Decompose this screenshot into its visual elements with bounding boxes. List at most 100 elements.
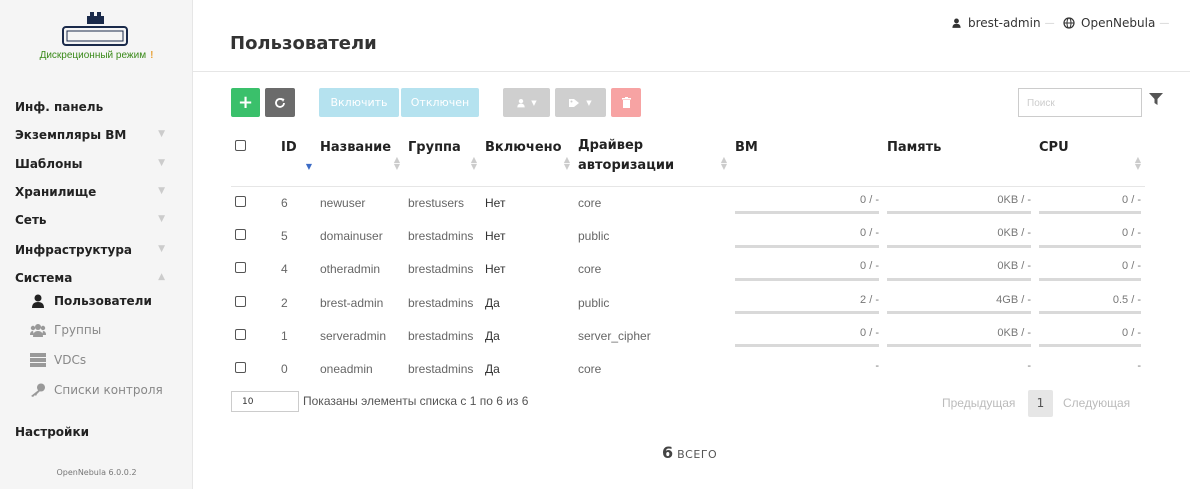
quota-value: - xyxy=(1137,360,1141,373)
nav-label: Группы xyxy=(54,323,102,337)
quota-value: 0.5 / - xyxy=(1112,293,1141,306)
nav-network[interactable]: Сеть ▼ xyxy=(15,213,165,227)
disable-button[interactable]: Отключен xyxy=(401,88,479,117)
column-memory[interactable]: Память xyxy=(883,132,1035,186)
row-checkbox[interactable] xyxy=(231,219,277,252)
globe-icon xyxy=(1063,17,1075,29)
cell-name: domainuser xyxy=(316,219,404,252)
cell-text: public xyxy=(578,228,610,243)
delete-button[interactable] xyxy=(611,88,641,117)
enable-button[interactable]: Включить xyxy=(319,88,399,117)
table-row[interactable]: 6 newuser brestusers Нет core 0 / - 0KB / - 0 /… xyxy=(231,186,1145,219)
cell-group: brestadmins xyxy=(404,319,481,352)
column-label: Название xyxy=(320,140,392,155)
sort-desc-icon: ▼ xyxy=(305,161,312,171)
quota-value: 4GB / - xyxy=(996,293,1031,306)
select-all-checkbox[interactable] xyxy=(231,132,277,186)
quota-bar xyxy=(1039,244,1141,248)
nav-label: Инф. панель xyxy=(15,100,104,114)
nav-infrastructure[interactable]: Инфраструктура ▼ xyxy=(15,243,165,257)
row-checkbox[interactable] xyxy=(231,253,277,286)
cell-text: brest-admin xyxy=(320,295,384,310)
nav-groups[interactable]: Группы xyxy=(30,323,101,337)
column-name[interactable]: Название ▲ ▼ xyxy=(316,132,404,186)
checkbox[interactable] xyxy=(235,140,246,151)
info-mark: ! xyxy=(150,50,154,61)
next-page-button[interactable]: Следующая xyxy=(1063,396,1130,410)
quota-bar xyxy=(1039,311,1141,315)
nav-dashboard[interactable]: Инф. панель xyxy=(15,100,165,114)
nav-label: Пользователи xyxy=(54,294,152,308)
quota-value: 0 / - xyxy=(1122,226,1141,239)
tags-icon xyxy=(569,98,580,107)
table-row[interactable]: 4 otheradmin brestadmins Нет core 0 / - 0KB / … xyxy=(231,253,1145,286)
user-actions-button[interactable]: ▼ xyxy=(503,88,550,117)
total-label: ВСЕГО xyxy=(677,448,718,461)
column-cpu[interactable]: CPU ▲ ▼ xyxy=(1035,132,1145,186)
users-table: ID ▼ Название ▲ ▼ Группа ▲ ▼ Включено ▲ ▼ Драйв… xyxy=(231,132,1145,386)
page-length-select[interactable]: 10 xyxy=(231,391,299,412)
table-row[interactable]: 0 oneadmin brestadmins Да core - - - xyxy=(231,352,1145,385)
nav-vms[interactable]: Экземпляры ВМ ▼ xyxy=(15,128,165,142)
caret-up-icon: ▲ xyxy=(158,272,165,282)
labels-button[interactable]: ▼ xyxy=(555,88,606,117)
user-menu[interactable]: brest-admin — xyxy=(951,16,1055,30)
quota-value: 2 / - xyxy=(860,293,879,306)
nav-settings[interactable]: Настройки xyxy=(15,425,165,439)
cell-text: 0 xyxy=(281,362,288,377)
nav-vdcs[interactable]: VDCs xyxy=(30,353,86,367)
table-row[interactable]: 2 brest-admin brestadmins Да public 2 / - 4GB … xyxy=(231,286,1145,319)
cell-id: 6 xyxy=(277,186,316,219)
row-checkbox[interactable] xyxy=(231,352,277,385)
checkbox[interactable] xyxy=(235,195,246,207)
nav-storage[interactable]: Хранилище ▼ xyxy=(15,185,165,199)
quota-bar xyxy=(887,311,1031,315)
nav-acl[interactable]: Списки контроля xyxy=(30,383,163,397)
mode-text: Дискреционный режим xyxy=(39,50,147,61)
column-auth-driver[interactable]: Драйвер авторизации ▲ ▼ xyxy=(574,132,731,186)
zone-menu[interactable]: OpenNebula — xyxy=(1063,16,1169,30)
cell-name: serveradmin xyxy=(316,319,404,352)
checkbox[interactable] xyxy=(235,228,246,240)
row-checkbox[interactable] xyxy=(231,186,277,219)
nav-label: Списки контроля xyxy=(54,383,163,397)
quota-bar xyxy=(735,244,879,248)
quota-bar xyxy=(887,344,1031,348)
cell-text: newuser xyxy=(320,195,366,210)
column-enabled[interactable]: Включено ▲ ▼ xyxy=(481,132,574,186)
nav-templates[interactable]: Шаблоны ▼ xyxy=(15,157,165,171)
column-group[interactable]: Группа ▲ ▼ xyxy=(404,132,481,186)
table-row[interactable]: 1 serveradmin brestadmins Да server_cipher 0 … xyxy=(231,319,1145,352)
cell-text: Да xyxy=(485,328,500,343)
caret-down-icon: ▼ xyxy=(158,158,165,168)
column-id[interactable]: ID ▼ xyxy=(277,132,316,186)
add-user-button[interactable]: + xyxy=(231,88,260,117)
cell-text: server_cipher xyxy=(578,328,651,343)
sort-icon: ▲ ▼ xyxy=(720,154,727,171)
column-vm[interactable]: ВМ xyxy=(731,132,883,186)
cell-vm: - xyxy=(731,352,883,385)
table-row[interactable]: 5 domainuser brestadmins Нет public 0 / - 0KB … xyxy=(231,219,1145,252)
checkbox[interactable] xyxy=(235,295,246,307)
nav-system[interactable]: Система ▲ xyxy=(15,271,165,285)
caret-down-icon: ▼ xyxy=(158,244,165,254)
quota-value: 0KB / - xyxy=(997,226,1031,239)
cell-group: brestusers xyxy=(404,186,481,219)
page-1-button[interactable]: 1 xyxy=(1028,390,1053,417)
search-input[interactable]: Поиск xyxy=(1018,88,1142,117)
checkbox[interactable] xyxy=(235,328,246,340)
refresh-button[interactable] xyxy=(265,88,295,117)
checkbox[interactable] xyxy=(235,262,246,274)
cell-driver: core xyxy=(574,352,731,385)
user-icon xyxy=(32,294,44,308)
nav-users[interactable]: Пользователи xyxy=(30,294,152,308)
row-checkbox[interactable] xyxy=(231,319,277,352)
caret-down-icon: ▼ xyxy=(586,98,592,107)
cell-group: brestadmins xyxy=(404,253,481,286)
prev-page-button[interactable]: Предыдущая xyxy=(942,396,1015,410)
filter-icon[interactable] xyxy=(1149,92,1163,106)
checkbox[interactable] xyxy=(235,362,246,374)
quota-bar xyxy=(735,211,879,215)
row-checkbox[interactable] xyxy=(231,286,277,319)
cell-enabled: Нет xyxy=(481,219,574,252)
